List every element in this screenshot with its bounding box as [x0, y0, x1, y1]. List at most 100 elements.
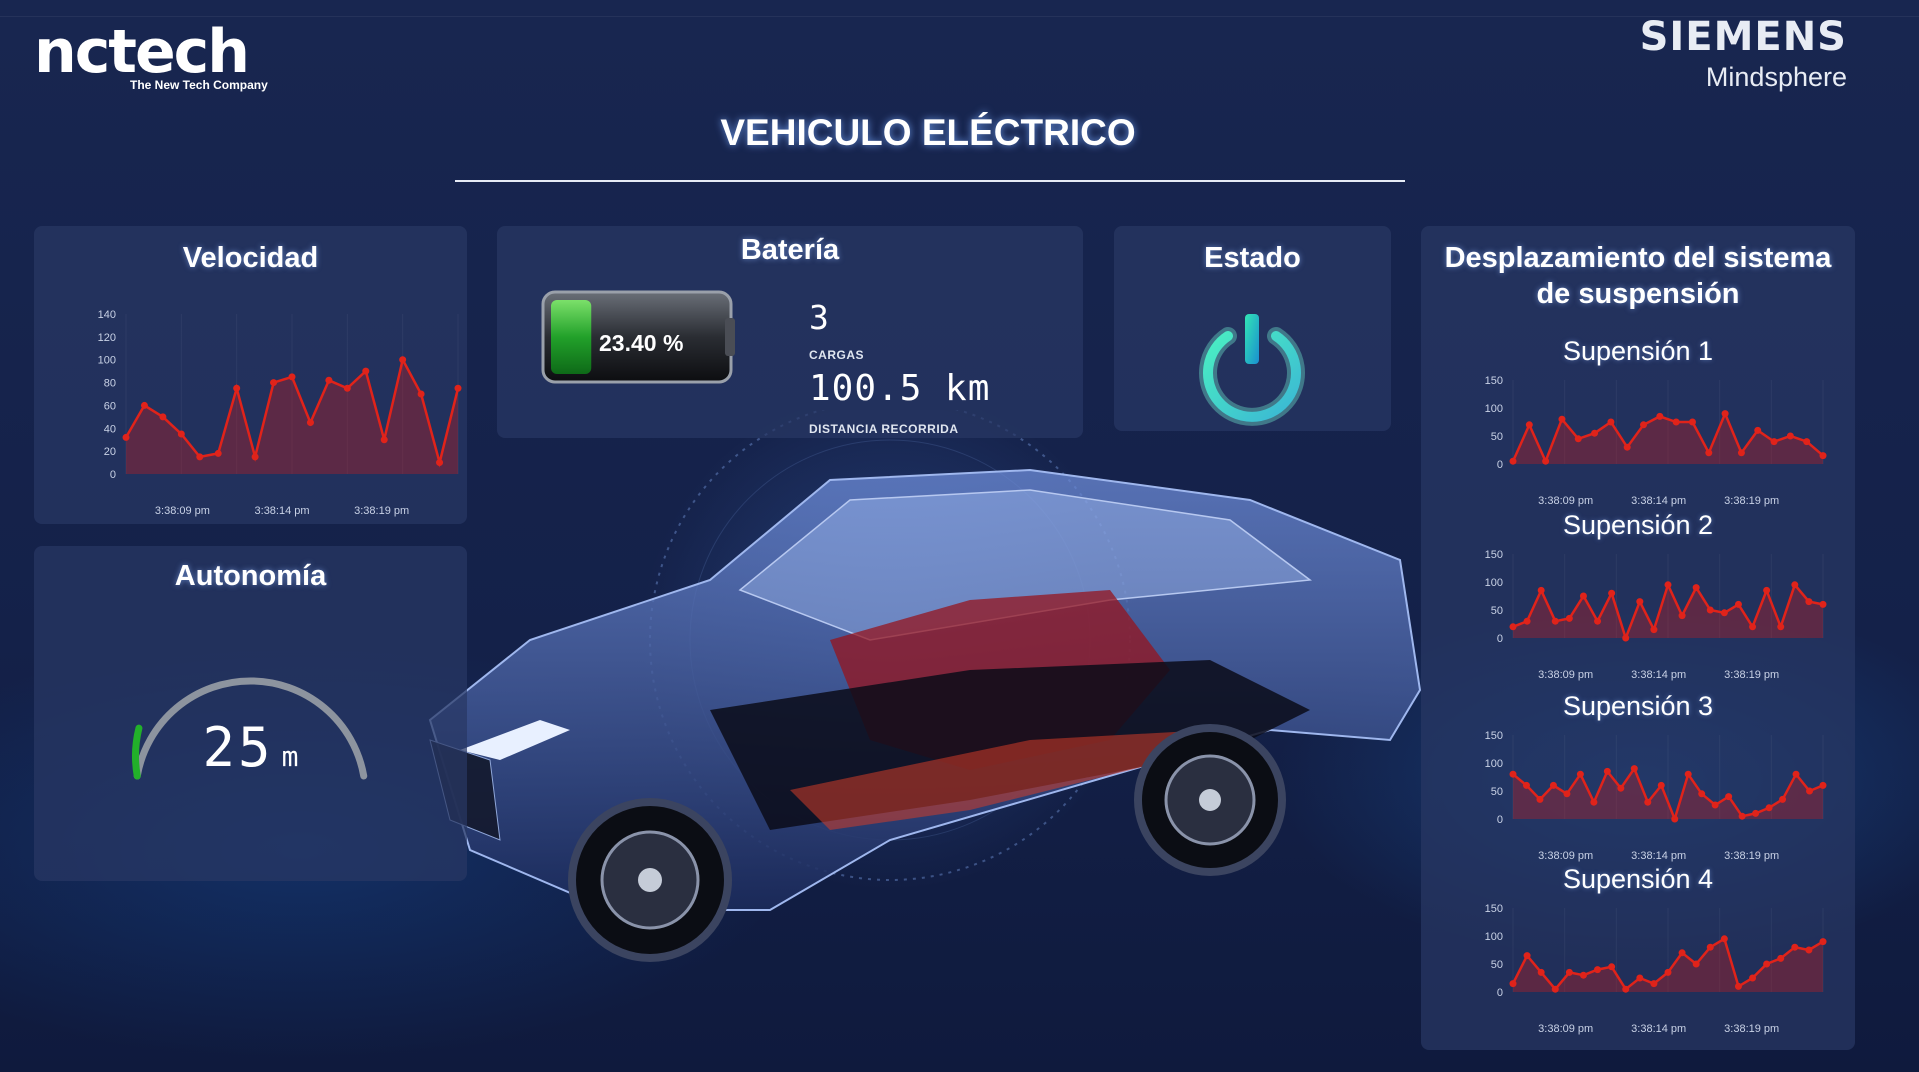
suspension-2-point — [1678, 612, 1686, 620]
suspension-3-point — [1765, 804, 1773, 812]
suspension-4-point — [1720, 935, 1728, 943]
suspension-2-point — [1805, 598, 1813, 606]
velocidad-point — [214, 449, 222, 457]
suspension-2-point — [1706, 606, 1714, 614]
suspension-1-x-tick: 3:38:19 pm — [1724, 495, 1779, 507]
suspension-chart-title: Supensión 3 — [1562, 691, 1714, 721]
suspension-2-point — [1537, 586, 1545, 594]
velocidad-point — [251, 453, 259, 461]
suspension-3-point — [1806, 787, 1814, 795]
suspension-3-x-tick: 3:38:14 pm — [1631, 850, 1686, 862]
suspension-1-y-tick: 150 — [1485, 375, 1503, 387]
suspension-2-point — [1565, 614, 1573, 622]
suspension-4-point — [1551, 985, 1559, 993]
velocidad-x-tick: 3:38:14 pm — [255, 505, 310, 517]
suspension-4-y-tick: 150 — [1485, 903, 1503, 915]
velocidad-point — [306, 419, 314, 427]
suspension-2-point — [1622, 634, 1630, 642]
suspension-chart-plot: 150 100 50 0 3:38:09 pm 3:38:14 pm 3:38:19 pm — [1485, 903, 1827, 1035]
suspension-4-point — [1608, 963, 1616, 971]
suspension-4-point — [1565, 968, 1573, 976]
page-title-wrap: VEHICULO ELÉCTRICO — [0, 112, 1856, 154]
suspension-1-point — [1623, 443, 1631, 451]
velocidad-x-tick: 3:38:09 pm — [155, 505, 210, 517]
suspension-1-point — [1819, 452, 1827, 460]
suspension-4-point — [1523, 952, 1531, 960]
suspension-2-x-tick: 3:38:19 pm — [1724, 669, 1779, 681]
suspension-1-point — [1607, 418, 1615, 426]
velocidad-x-tick: 3:38:19 pm — [354, 505, 409, 517]
suspension-4-y-tick: 50 — [1491, 959, 1503, 971]
autonomia-unit: m — [281, 740, 299, 773]
suspension-chart-3: Supensión 3 150 100 50 0 3:38:09 pm 3:38:14 pm… — [1421, 691, 1855, 866]
suspension-1-point — [1640, 421, 1648, 429]
suspension-4-x-tick: 3:38:14 pm — [1631, 1023, 1686, 1035]
suspension-4-point — [1791, 943, 1799, 951]
velocidad-y-tick: 20 — [104, 446, 116, 458]
power-icon[interactable] — [1192, 308, 1312, 428]
velocidad-point — [288, 373, 296, 381]
suspension-1-point — [1574, 435, 1582, 443]
suspension-2-point — [1749, 623, 1757, 631]
page-title: VEHICULO ELÉCTRICO — [720, 112, 1136, 153]
suspension-1-point — [1656, 412, 1664, 420]
autonomia-title: Autonomía — [174, 560, 327, 592]
suspension-2-point — [1579, 592, 1587, 600]
suspension-4-point — [1594, 966, 1602, 974]
bateria-panel: Batería 23.40 % 3 CARGAS 100.5 km DISTAN… — [497, 226, 1083, 438]
suspension-4-point — [1706, 943, 1714, 951]
suspension-1-point — [1509, 457, 1517, 465]
suspension-4-point — [1692, 960, 1700, 968]
velocidad-y-tick: 0 — [110, 469, 116, 481]
suspension-3-point — [1522, 781, 1530, 789]
velocidad-point — [122, 433, 130, 441]
suspension-3-point — [1711, 801, 1719, 809]
suspension-4-x-tick: 3:38:19 pm — [1724, 1023, 1779, 1035]
velocidad-point — [140, 401, 148, 409]
suspension-2-point — [1734, 600, 1742, 608]
suspension-4-point — [1763, 960, 1771, 968]
velocidad-y-tick: 120 — [98, 332, 116, 344]
suspension-2-point — [1763, 586, 1771, 594]
suspension-2-point — [1664, 581, 1672, 589]
suspension-3-point — [1684, 770, 1692, 778]
suspension-chart-2: Supensión 2 150 100 50 0 3:38:09 pm 3:38:14 pm… — [1421, 510, 1855, 685]
velocidad-point — [159, 413, 167, 421]
suspension-3-point — [1536, 795, 1544, 803]
suspension-3-point — [1779, 795, 1787, 803]
suspension-2-y-tick: 150 — [1485, 549, 1503, 561]
suspension-1-point — [1688, 418, 1696, 426]
suspension-chart-4: Supensión 4 150 100 50 0 3:38:09 pm 3:38:14 pm… — [1421, 864, 1855, 1039]
suspension-1-point — [1737, 449, 1745, 457]
suspension-panel: Desplazamiento del sistema de suspensión… — [1421, 226, 1855, 1050]
suspension-3-x-tick: 3:38:09 pm — [1538, 850, 1593, 862]
bateria-title: Batería — [740, 234, 840, 266]
suspension-3-point — [1657, 781, 1665, 789]
suspension-2-y-tick: 0 — [1497, 633, 1503, 645]
siemens-mindsphere-logo: SIEMENS Mindsphere — [1640, 14, 1847, 93]
vehicle-illustration — [428, 410, 1422, 962]
velocidad-point — [343, 384, 351, 392]
suspension-3-point — [1819, 781, 1827, 789]
velocidad-y-tick: 140 — [98, 309, 116, 321]
suspension-1-x-tick: 3:38:14 pm — [1631, 495, 1686, 507]
suspension-2-point — [1608, 589, 1616, 597]
nctech-logo: nctech The New Tech Company — [34, 22, 268, 92]
suspension-2-point — [1650, 626, 1658, 634]
velocidad-point — [417, 390, 425, 398]
battery-percent: 23.40 % — [599, 330, 684, 356]
velocidad-panel: Velocidad 140 120 100 80 60 40 20 0 3:38:09 pm 3:… — [34, 226, 467, 524]
suspension-4-point — [1509, 980, 1517, 988]
suspension-chart-plot: 150 100 50 0 3:38:09 pm 3:38:14 pm 3:38:19 pm — [1485, 549, 1827, 681]
suspension-3-point — [1549, 781, 1557, 789]
suspension-1-point — [1558, 415, 1566, 423]
partner-name: SIEMENS — [1639, 14, 1847, 60]
suspension-chart-title: Supensión 4 — [1562, 864, 1714, 894]
suspension-1-point — [1591, 429, 1599, 437]
partner-product: Mindsphere — [1705, 62, 1847, 92]
suspension-3-point — [1576, 770, 1584, 778]
suspension-4-point — [1805, 946, 1813, 954]
velocidad-y-tick: 100 — [98, 355, 116, 367]
suspension-4-y-tick: 0 — [1497, 987, 1503, 999]
estado-panel: Estado — [1114, 226, 1391, 431]
